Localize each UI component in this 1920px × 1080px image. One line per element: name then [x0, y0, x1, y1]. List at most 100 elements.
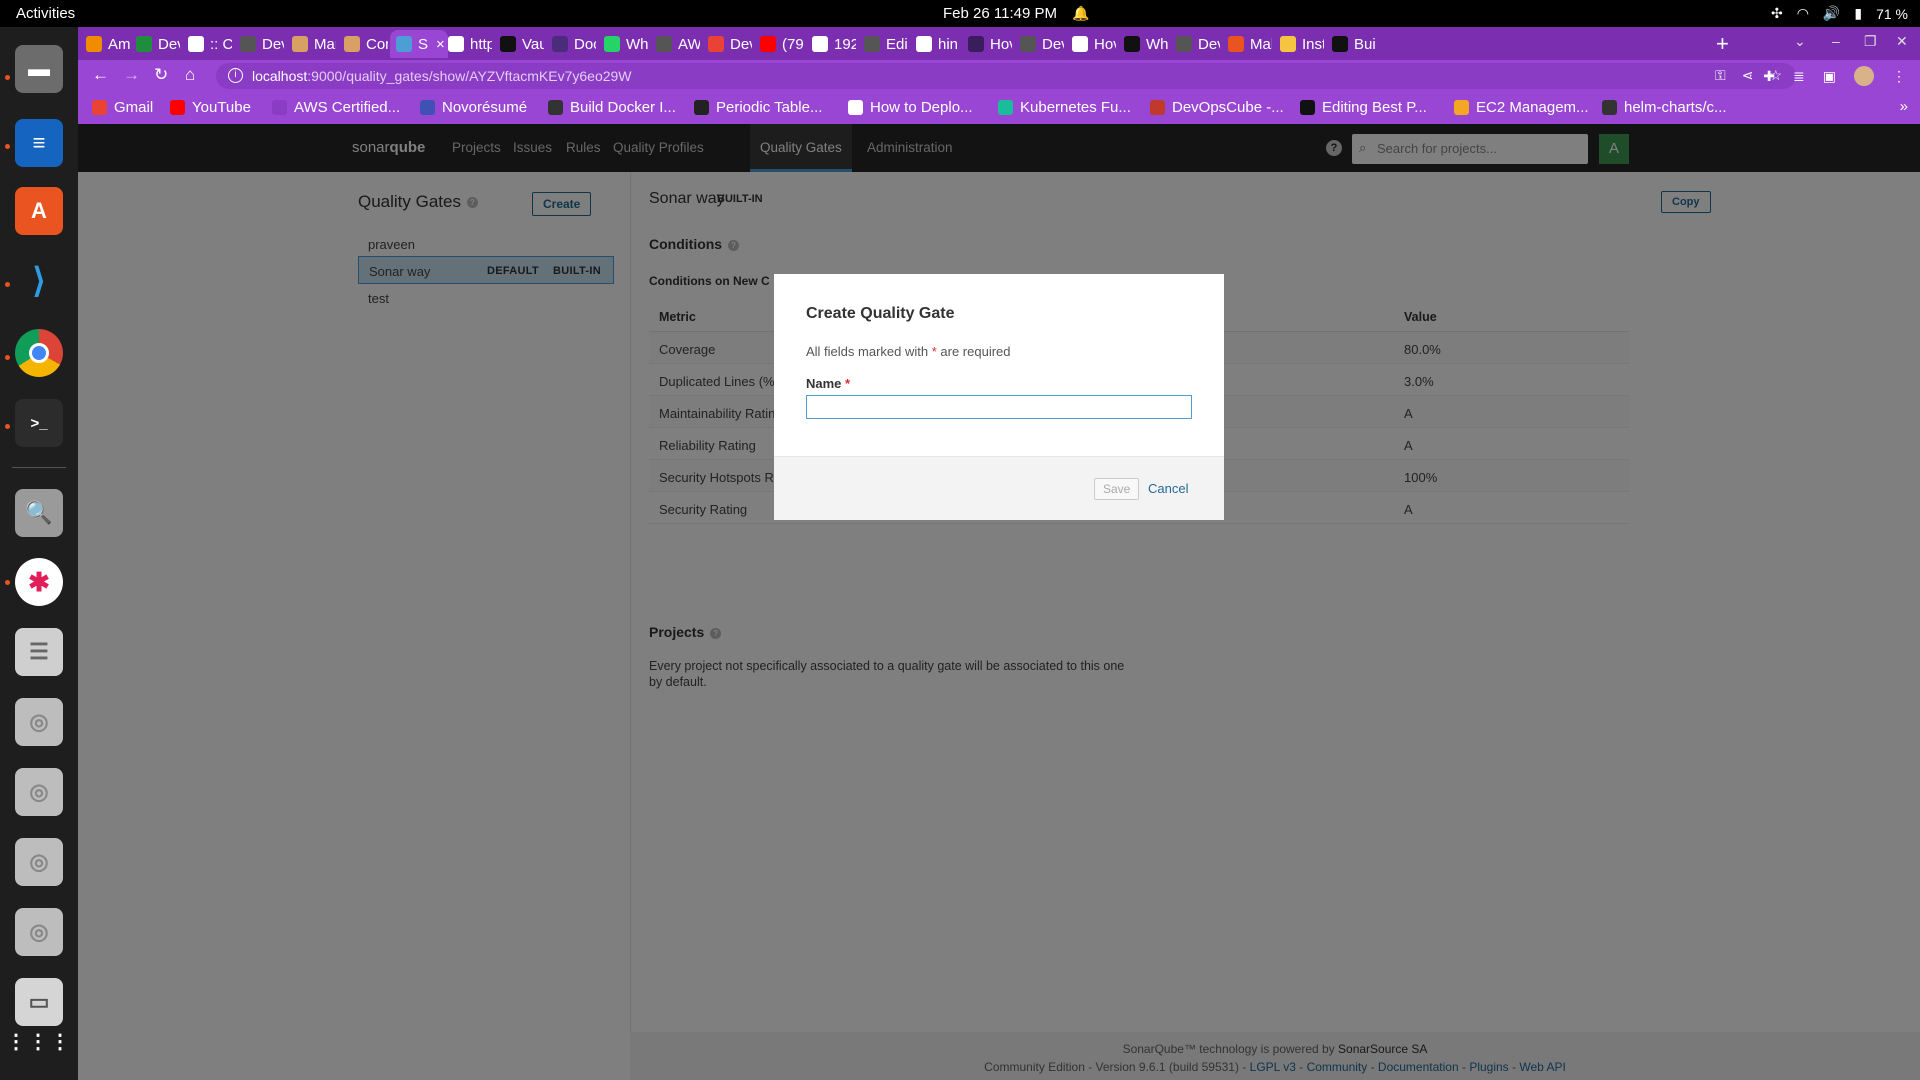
- system-tray[interactable]: ✣ ◠ 🔊 ▮ 71 %: [1771, 5, 1908, 22]
- browser-tab[interactable]: :: Cc: [182, 30, 232, 58]
- browser-tab[interactable]: hin: [910, 30, 960, 58]
- browser-tab[interactable]: Wh: [1118, 30, 1168, 58]
- tab-label: Hov: [1094, 35, 1116, 53]
- extension-icon: ✣: [1770, 5, 1783, 21]
- text-editor-icon[interactable]: ☰: [15, 628, 63, 676]
- forward-icon[interactable]: →: [123, 65, 140, 85]
- new-tab-button[interactable]: +: [1716, 31, 1729, 57]
- tab-favicon-icon: [396, 36, 412, 52]
- disk-icon-4[interactable]: ◎: [15, 908, 63, 956]
- app-center-icon[interactable]: A: [15, 187, 63, 235]
- bookmark-label: Periodic Table...: [716, 99, 823, 116]
- image-viewer-icon[interactable]: 🔍: [15, 489, 63, 537]
- bookmark-item[interactable]: DevOpsCube -...: [1150, 99, 1284, 116]
- browser-tab[interactable]: Dev: [1014, 30, 1064, 58]
- tab-favicon-icon: [86, 36, 102, 52]
- bookmark-label: YouTube: [192, 99, 251, 116]
- writer-icon[interactable]: ≡: [15, 119, 63, 167]
- address-bar[interactable]: i localhost:9000/quality_gates/show/AYZV…: [216, 63, 1796, 89]
- dialog-title: Create Quality Gate: [806, 305, 955, 322]
- bookmark-item[interactable]: Periodic Table...: [694, 99, 822, 116]
- bookmark-item[interactable]: Gmail: [92, 99, 153, 116]
- close-window-icon[interactable]: ✕: [1896, 33, 1908, 50]
- tab-favicon-icon: [1020, 36, 1036, 52]
- tab-favicon-icon: [1124, 36, 1140, 52]
- share-icon[interactable]: ⋖: [1742, 67, 1754, 84]
- tab-label: AW: [678, 35, 700, 53]
- browser-tab[interactable]: Am: [80, 30, 130, 58]
- bookmarks-bar: » Gmail YouTube AWS Certified... Novorésumé…: [78, 92, 1920, 124]
- bookmark-item[interactable]: How to Deplo...: [848, 99, 973, 116]
- minimize-icon[interactable]: –: [1832, 33, 1840, 49]
- bookmark-label: How to Deplo...: [870, 99, 973, 116]
- show-apps-icon[interactable]: ⋮⋮⋮: [6, 1017, 70, 1065]
- browser-tab[interactable]: 192: [806, 30, 856, 58]
- files-icon[interactable]: ▬: [15, 45, 63, 93]
- browser-tab[interactable]: Edi: [858, 30, 908, 58]
- browser-tab[interactable]: Dev: [234, 30, 284, 58]
- browser-tab[interactable]: Con: [338, 30, 388, 58]
- tab-search-icon[interactable]: ⌄: [1794, 33, 1806, 50]
- media-icon[interactable]: ≣: [1793, 68, 1805, 85]
- bookmark-item[interactable]: YouTube: [170, 99, 251, 116]
- browser-tab[interactable]: Bui: [1326, 30, 1376, 58]
- back-icon[interactable]: ←: [92, 65, 109, 85]
- key-icon[interactable]: ⚿: [1715, 67, 1726, 84]
- name-input[interactable]: [806, 395, 1192, 419]
- bookmark-item[interactable]: Kubernetes Fu...: [998, 99, 1131, 116]
- bookmark-item[interactable]: Novorésumé: [420, 99, 527, 116]
- browser-tab[interactable]: (79: [754, 30, 804, 58]
- browser-tab[interactable]: Wh: [598, 30, 648, 58]
- disk-icon-1[interactable]: ◎: [15, 698, 63, 746]
- tab-label: Dev: [1198, 35, 1220, 53]
- bookmark-item[interactable]: AWS Certified...: [272, 99, 400, 116]
- bookmark-item[interactable]: Editing Best P...: [1300, 99, 1427, 116]
- browser-tab[interactable]: Dev: [130, 30, 180, 58]
- side-panel-icon[interactable]: ▣: [1823, 68, 1836, 85]
- disk-icon-2[interactable]: ◎: [15, 768, 63, 816]
- save-button[interactable]: Save: [1094, 478, 1140, 500]
- site-info-icon[interactable]: i: [228, 68, 243, 83]
- tab-favicon-icon: [188, 36, 204, 52]
- browser-tab[interactable]: http: [442, 30, 492, 58]
- tab-label: S: [418, 35, 429, 53]
- browser-tab[interactable]: Mar: [286, 30, 336, 58]
- bookmark-item[interactable]: Build Docker I...: [548, 99, 676, 116]
- vscode-icon[interactable]: ⟩: [15, 257, 63, 305]
- browser-tab[interactable]: Dev: [702, 30, 752, 58]
- clock[interactable]: Feb 26 11:49 PM: [943, 5, 1057, 22]
- tab-favicon-icon: [760, 36, 776, 52]
- restore-icon[interactable]: ❐: [1864, 33, 1877, 50]
- bookmark-label: DevOpsCube -...: [1172, 99, 1284, 116]
- terminal-icon[interactable]: >_: [15, 399, 63, 447]
- extensions-icon[interactable]: ✚: [1763, 68, 1775, 85]
- menu-icon[interactable]: ⋮: [1892, 68, 1906, 85]
- browser-tab[interactable]: Hov: [962, 30, 1012, 58]
- browser-tab[interactable]: Vau: [494, 30, 544, 58]
- bookmark-item[interactable]: EC2 Managem...: [1454, 99, 1589, 116]
- modal-overlay[interactable]: Create Quality Gate All fields marked wi…: [78, 124, 1920, 1080]
- disk-icon-3[interactable]: ◎: [15, 838, 63, 886]
- browser-tab[interactable]: Mal: [1222, 30, 1272, 58]
- more-bookmarks-icon[interactable]: »: [1900, 98, 1908, 115]
- bookmark-favicon-icon: [92, 100, 107, 115]
- tab-favicon-icon: [864, 36, 880, 52]
- browser-tab[interactable]: S ×: [390, 30, 448, 58]
- browser-tab[interactable]: Inst: [1274, 30, 1324, 58]
- home-icon[interactable]: ⌂: [185, 65, 195, 85]
- browser-tab[interactable]: Doc: [546, 30, 596, 58]
- reload-icon[interactable]: ↻: [154, 65, 168, 85]
- browser-tab[interactable]: AW: [650, 30, 700, 58]
- profile-avatar[interactable]: [1854, 66, 1874, 86]
- browser-tab[interactable]: Hov: [1066, 30, 1116, 58]
- browser-tab[interactable]: Dev: [1170, 30, 1220, 58]
- url-text[interactable]: localhost:9000/quality_gates/show/AYZVft…: [252, 68, 632, 84]
- tab-label: Mal: [1250, 35, 1272, 53]
- cancel-button[interactable]: Cancel: [1148, 481, 1188, 496]
- bookmark-item[interactable]: helm-charts/c...: [1602, 99, 1727, 116]
- activities-button[interactable]: Activities: [16, 5, 75, 22]
- battery-icon: ▮: [1854, 5, 1863, 21]
- slack-icon[interactable]: ✱: [15, 558, 63, 606]
- bookmark-favicon-icon: [1602, 100, 1617, 115]
- chrome-icon[interactable]: [15, 329, 63, 377]
